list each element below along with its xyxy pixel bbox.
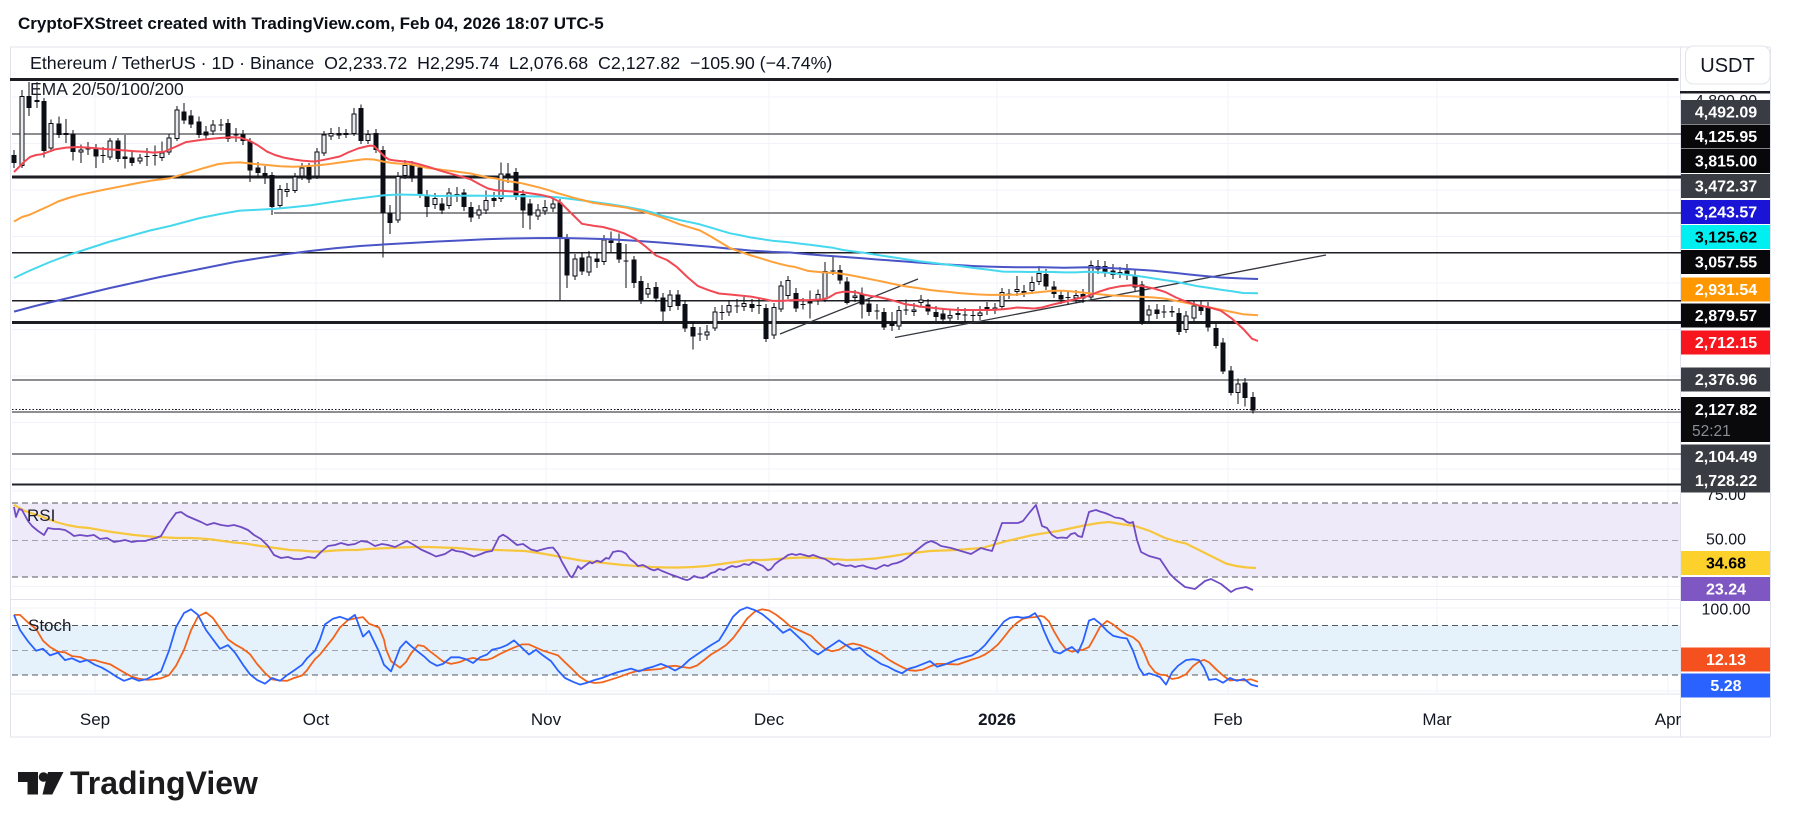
svg-text:23.24: 23.24 bbox=[1706, 582, 1746, 599]
svg-text:4,492.09: 4,492.09 bbox=[1695, 105, 1757, 122]
svg-text:1,728.22: 1,728.22 bbox=[1695, 473, 1757, 490]
svg-text:52:21: 52:21 bbox=[1692, 423, 1731, 440]
svg-text:RSI: RSI bbox=[27, 506, 55, 525]
svg-text:2,879.57: 2,879.57 bbox=[1695, 308, 1757, 325]
svg-text:Ethereum / TetherUS · 1D · Bin: Ethereum / TetherUS · 1D · Binance O2,23… bbox=[30, 53, 832, 73]
svg-text:Oct: Oct bbox=[303, 710, 330, 729]
svg-text:2026: 2026 bbox=[978, 710, 1016, 729]
svg-text:4,125.95: 4,125.95 bbox=[1695, 129, 1757, 146]
svg-text:Sep: Sep bbox=[80, 710, 110, 729]
svg-text:EMA 20/50/100/200: EMA 20/50/100/200 bbox=[30, 79, 184, 99]
svg-text:2,127.82: 2,127.82 bbox=[1695, 402, 1757, 419]
svg-text:2,376.96: 2,376.96 bbox=[1695, 372, 1757, 389]
svg-text:Nov: Nov bbox=[531, 710, 562, 729]
svg-text:2,931.54: 2,931.54 bbox=[1695, 282, 1757, 299]
svg-text:34.68: 34.68 bbox=[1706, 556, 1746, 573]
svg-text:3,125.62: 3,125.62 bbox=[1695, 230, 1757, 247]
svg-text:CryptoFXStreet created with Tr: CryptoFXStreet created with TradingView.… bbox=[18, 14, 604, 33]
svg-text:USDT: USDT bbox=[1700, 55, 1754, 77]
svg-text:12.13: 12.13 bbox=[1706, 652, 1746, 669]
svg-text:TradingView: TradingView bbox=[70, 765, 258, 801]
svg-text:2,104.49: 2,104.49 bbox=[1695, 449, 1757, 466]
svg-text:2,712.15: 2,712.15 bbox=[1695, 335, 1757, 352]
svg-text:Stoch: Stoch bbox=[28, 616, 71, 635]
svg-text:3,243.57: 3,243.57 bbox=[1695, 205, 1757, 222]
svg-text:100.00: 100.00 bbox=[1702, 602, 1751, 619]
svg-text:3,472.37: 3,472.37 bbox=[1695, 179, 1757, 196]
svg-text:3,815.00: 3,815.00 bbox=[1695, 154, 1757, 171]
svg-text:3,057.55: 3,057.55 bbox=[1695, 255, 1757, 272]
svg-text:Feb: Feb bbox=[1213, 710, 1242, 729]
svg-text:Apr: Apr bbox=[1655, 710, 1682, 729]
svg-text:50.00: 50.00 bbox=[1706, 532, 1746, 549]
svg-text:5.28: 5.28 bbox=[1710, 678, 1741, 695]
svg-text:Dec: Dec bbox=[754, 710, 785, 729]
svg-text:Mar: Mar bbox=[1422, 710, 1452, 729]
